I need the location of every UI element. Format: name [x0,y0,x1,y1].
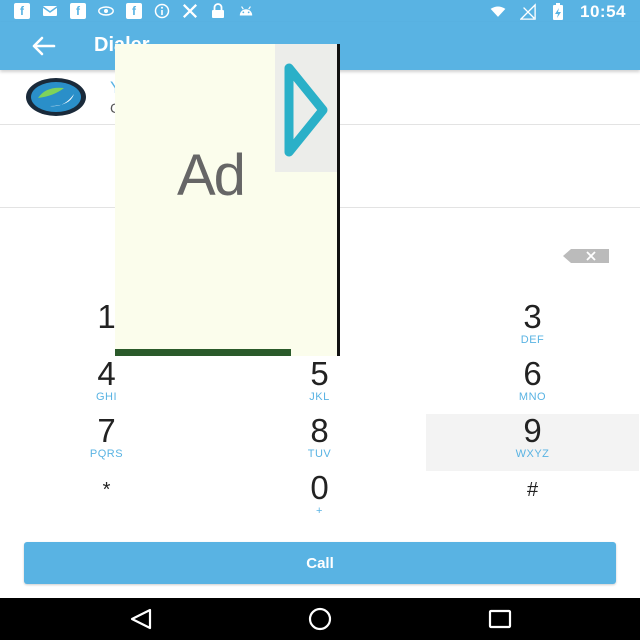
info-icon [154,3,170,19]
key-digit: 5 [310,355,329,392]
key-4[interactable]: 4 GHI [0,357,213,414]
key-0[interactable]: 0 + [213,471,426,528]
key-9[interactable]: 9 WXYZ [426,414,639,471]
facebook-icon: f [126,3,142,19]
status-time: 10:54 [580,2,626,21]
key-letters: + [316,505,323,517]
key-6[interactable]: 6 MNO [426,357,639,414]
key-7[interactable]: 7 PQRS [0,414,213,471]
message-icon [42,3,58,19]
key-8[interactable]: 8 TUV [213,414,426,471]
key-digit: 7 [97,412,116,449]
nav-back-icon[interactable] [128,607,154,631]
key-digit: 3 [523,298,542,335]
ad-banner[interactable]: Ad [115,44,340,356]
lock-icon [210,3,226,19]
key-letters: DEF [520,334,545,346]
key-digit: 8 [310,412,329,449]
key-hash[interactable]: # [426,471,639,528]
nav-recents-icon[interactable] [487,607,513,631]
key-letters: WXYZ [515,448,550,460]
facebook-icon: f [14,3,30,19]
key-digit: 9 [523,412,542,449]
navigation-bar [0,598,640,640]
key-5[interactable]: 5 JKL [213,357,426,414]
backspace-icon[interactable] [563,249,609,263]
key-star[interactable]: * [0,471,213,528]
key-3[interactable]: 3 DEF [426,300,639,357]
status-bar: f f f 10:54 [0,0,640,22]
key-letters: PQRS [89,448,124,460]
app-logo-icon [24,76,88,118]
no-signal-icon [520,3,536,20]
battery-charging-icon [550,3,566,20]
key-digit: 6 [523,355,542,392]
dialer-screen: f f f 10:54 1 3 DEF 4 GHI 5 JKL 6 MNO 7 … [0,0,640,640]
eye-icon [98,3,114,19]
back-arrow-icon[interactable] [28,32,58,60]
key-letters: MNO [518,391,547,403]
key-letters: TUV [307,448,332,460]
facebook-icon: f [70,3,86,19]
key-letters: JKL [309,391,330,403]
wifi-icon [490,4,506,20]
nav-home-icon[interactable] [306,607,332,631]
key-digit: * [102,479,111,501]
tools-icon [182,3,198,19]
ad-play-icon[interactable] [281,62,329,157]
key-letters: GHI [95,391,118,403]
android-icon [238,3,254,19]
key-digit: 4 [97,355,116,392]
ad-label: Ad [177,143,246,208]
key-digit: # [526,479,539,501]
call-button[interactable]: Call [24,542,616,584]
key-digit: 0 [310,469,329,506]
ad-bar [115,349,291,356]
